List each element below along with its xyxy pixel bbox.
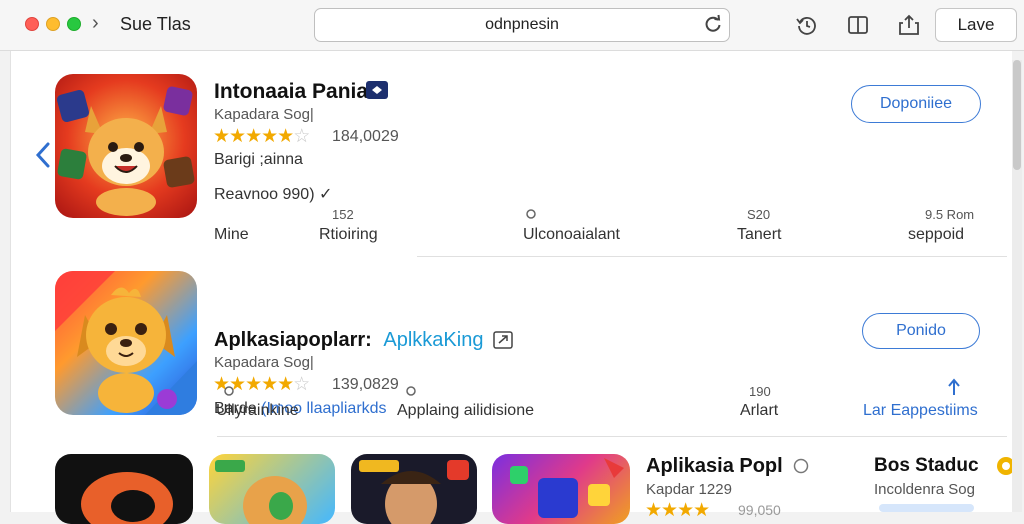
app-3-side-sub: Incoldenra Sog bbox=[874, 481, 975, 498]
share-arrow-icon[interactable] bbox=[947, 378, 961, 396]
app-1-stat-1-value: 152 bbox=[332, 207, 354, 222]
title-bar: › Sue Tlas odnpnesin Lave bbox=[0, 0, 1024, 51]
app-list: Intonaaia Pania Kapadara Sog| ★★★★★☆ 184… bbox=[10, 51, 1012, 524]
app-1-stat-3-label: Ulconoaialant bbox=[523, 226, 620, 243]
minimize-window-button[interactable] bbox=[46, 17, 60, 31]
app-3-developer: Kapdar 1229 bbox=[646, 481, 732, 498]
history-icon[interactable] bbox=[795, 13, 819, 37]
app-1-stat-4-value: S20 bbox=[747, 207, 771, 222]
thumb-3-icon[interactable] bbox=[351, 454, 477, 524]
close-window-button[interactable] bbox=[25, 17, 39, 31]
app-2-stat-1-label: Ullyrainkine bbox=[216, 402, 299, 419]
app-1-verified-badge-icon bbox=[366, 81, 388, 99]
back-chevron-icon[interactable] bbox=[34, 141, 52, 169]
share-icon[interactable] bbox=[897, 13, 921, 37]
app-1-stat-5-value: 9.5 Rom bbox=[925, 207, 975, 222]
app-1-extra: Reavnoo 990) ✓ bbox=[214, 186, 333, 203]
shiba-mascot-icon bbox=[56, 86, 195, 216]
app-3-side-name[interactable]: Bos Staduc bbox=[874, 455, 979, 477]
zoom-window-button[interactable] bbox=[67, 17, 81, 31]
app-3-action-button[interactable] bbox=[879, 504, 974, 512]
app-3-name[interactable]: Aplikasia Popl bbox=[646, 455, 783, 478]
app-1-stat-2-label: Rtioiring bbox=[319, 226, 378, 243]
app-2-name[interactable]: Aplkasiapoplarr: AplkkaKing bbox=[214, 329, 483, 352]
app-1-action-button[interactable]: Doponiiee bbox=[851, 85, 981, 123]
scrollbar-thumb[interactable] bbox=[1013, 60, 1021, 170]
app-1-star-rating: ★★★★★☆ bbox=[213, 126, 310, 147]
app-2-stat-2-label: Applaing ailidisione bbox=[397, 402, 534, 419]
app-2-stat-3-value: 190 bbox=[749, 384, 771, 399]
app-3-info-icon bbox=[793, 458, 809, 474]
save-button[interactable]: Lave bbox=[935, 8, 1017, 42]
app-1-age-icon bbox=[526, 209, 536, 219]
app-1-rating-count: 184,0029 bbox=[332, 128, 399, 145]
app-1-stat-5-label: seppoid bbox=[908, 226, 965, 243]
app-2-stat-4-label[interactable]: Lar Eappestiims bbox=[863, 402, 978, 420]
app-2-stat-3-label: Arlart bbox=[740, 402, 779, 419]
app-1-stat-1-label: Mine bbox=[214, 226, 249, 243]
chevron-right-icon[interactable]: › bbox=[92, 12, 99, 35]
app-2-developer: Kapadara Sog| bbox=[214, 354, 314, 371]
app-3-rating-count: 99,050 bbox=[738, 502, 781, 518]
window-title: Sue Tlas bbox=[120, 14, 191, 34]
address-text[interactable]: odnpnesin bbox=[315, 16, 729, 34]
app-1-developer: Kapadara Sog| bbox=[214, 106, 314, 123]
row-divider-2 bbox=[217, 436, 1007, 437]
app-2-action-button[interactable]: Ponido bbox=[862, 313, 980, 349]
sidebar-icon[interactable] bbox=[846, 13, 870, 37]
app-2-stat-2-icon bbox=[406, 386, 416, 396]
app-3-star-rating: ★★★★ bbox=[645, 500, 710, 521]
thumb-2-icon[interactable] bbox=[209, 454, 335, 524]
app-1-name[interactable]: Intonaaia Pania bbox=[214, 80, 368, 104]
reload-icon[interactable] bbox=[703, 14, 723, 34]
thumb-4-icon[interactable] bbox=[492, 454, 630, 524]
app-2-icon[interactable] bbox=[55, 271, 197, 415]
row-divider-1 bbox=[417, 256, 1007, 257]
app-2-external-badge-icon bbox=[493, 331, 513, 349]
app-1-icon[interactable] bbox=[55, 74, 197, 218]
app-1-category: Barigi ;ainna bbox=[214, 151, 303, 168]
app-2-name-main: Aplkasiapoplarr: bbox=[214, 329, 372, 351]
thumb-1-icon[interactable] bbox=[55, 454, 193, 524]
app-2-stat-1-icon bbox=[224, 386, 234, 396]
app-2-rating-count: 139,0829 bbox=[332, 376, 399, 393]
app-1-stat-4-label: Tanert bbox=[737, 226, 782, 243]
puppy-mascot-icon bbox=[55, 271, 197, 415]
address-bar[interactable]: odnpnesin bbox=[314, 8, 730, 42]
scrollbar[interactable] bbox=[1012, 60, 1022, 512]
app-2-name-suffix: AplkkaKing bbox=[383, 329, 484, 351]
